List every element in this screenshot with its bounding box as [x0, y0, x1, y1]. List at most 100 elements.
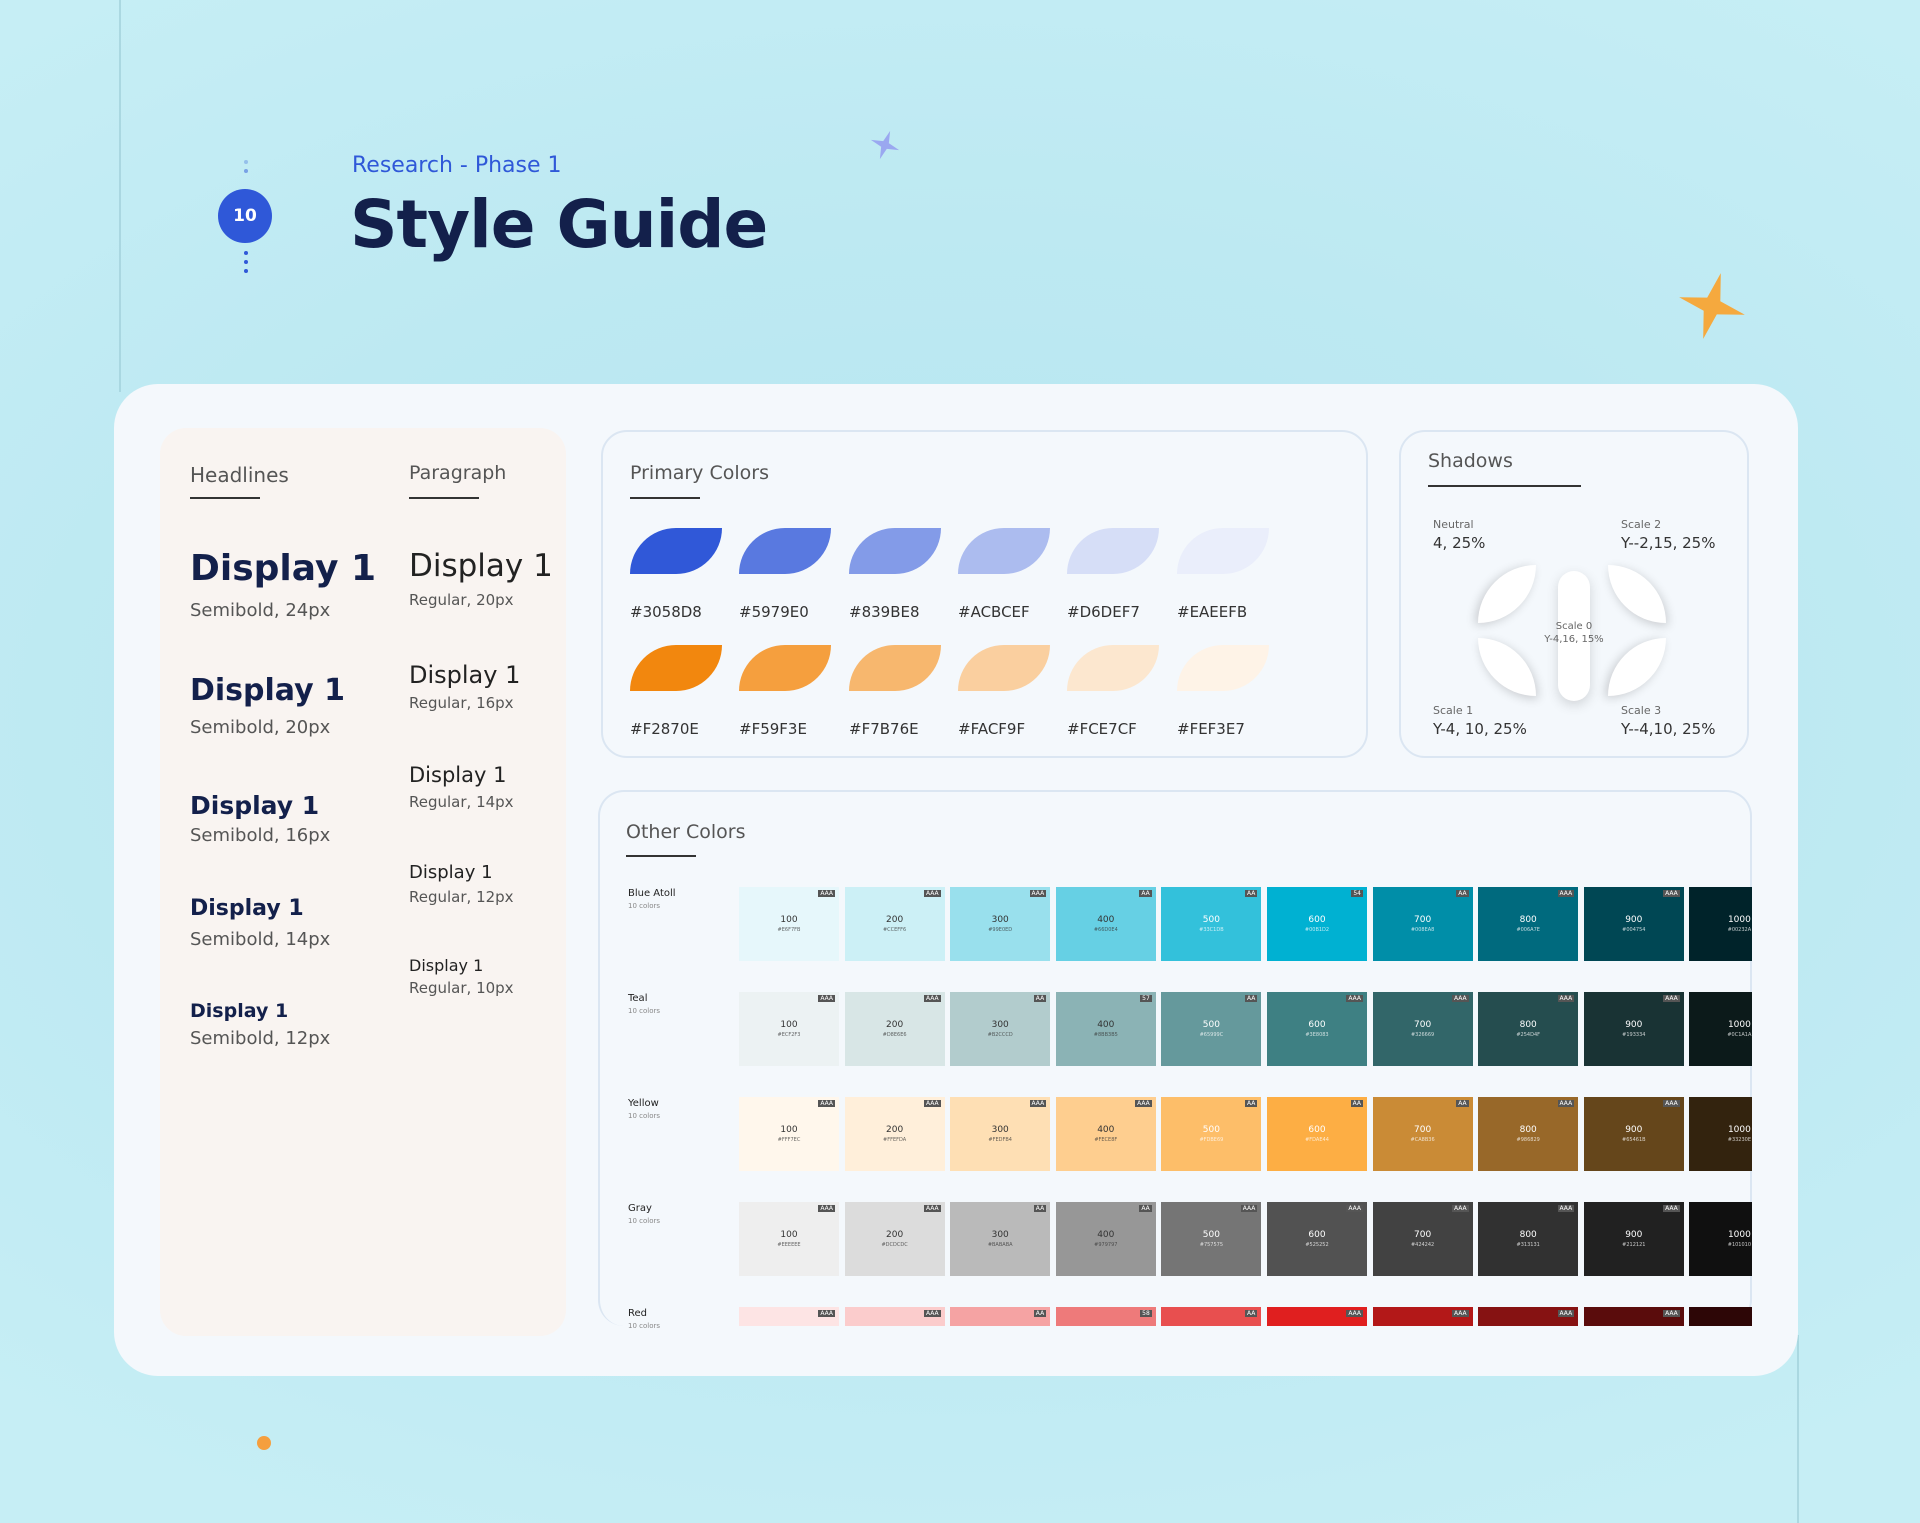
color-swatch: AAA 200 #CCEFF6 [844, 887, 945, 961]
paragraph-sample-1: Display 1 [409, 548, 553, 584]
swatch-level: 500 [1202, 1125, 1220, 1135]
headline-spec-5: Semibold, 12px [190, 1028, 331, 1049]
contrast-badge: 54 [1351, 890, 1363, 897]
color-swatch: AAA1000#101010 [1689, 1202, 1752, 1276]
contrast-badge: AAA [1451, 1310, 1469, 1317]
color-swatch: AAA 800 #313131 [1478, 1202, 1579, 1276]
contrast-badge: AA [1139, 890, 1152, 897]
swatch-hex: #004754 [1622, 927, 1646, 933]
color-group-name: Red [628, 1308, 647, 1319]
swatch-level: 800 [1519, 915, 1537, 925]
color-group-count: 10 colors [628, 1007, 661, 1015]
contrast-badge: AAA [1346, 1205, 1363, 1212]
color-swatch: AAA 200 #FFEFDA [844, 1097, 945, 1171]
swatch-hex: #ECF2F3 [777, 1032, 801, 1038]
color-swatch: AAA 600 #525252 [1267, 1202, 1367, 1276]
swatch-hex: #986829 [1516, 1137, 1540, 1143]
divider-line [119, 0, 121, 392]
swatch-hex: #CCEFF6 [882, 927, 907, 933]
color-swatch: AAA 800 #006A7E [1478, 887, 1579, 961]
swatch-hex: #00232A [1727, 927, 1752, 933]
swatch-level: 200 [886, 1020, 904, 1030]
contrast-badge: AAA [818, 995, 835, 1002]
contrast-badge: AA [1033, 995, 1047, 1002]
color-swatch: AAA 700 #326669 [1372, 992, 1473, 1066]
headline-sample-4: Display 1 [190, 896, 304, 921]
swatch-hex: #326669 [1410, 1032, 1435, 1038]
contrast-badge: AAA [1346, 995, 1363, 1002]
color-swatch: AAA [739, 1307, 839, 1326]
color-swatch: AAA1000#0C1A1A [1689, 992, 1752, 1066]
swatch-hex: #65999C [1199, 1032, 1224, 1038]
color-swatch: AA 500 #33C1DB [1161, 887, 1262, 961]
swatch-hex: #33C1DB [1199, 927, 1224, 933]
color-swatch: AA 300 #BABABA [950, 1202, 1051, 1276]
shadow-neutral-label: Neutral [1433, 518, 1474, 531]
contrast-badge: AAA [818, 1100, 835, 1107]
contrast-badge: AA [1245, 890, 1258, 897]
paragraph-spec-5: Regular, 10px [409, 979, 514, 997]
color-swatch: AAA 900 #212121 [1583, 1202, 1684, 1276]
color-swatch: AAA 600 #3E8083 [1267, 992, 1367, 1066]
color-swatch: AAA 900 #193334 [1583, 992, 1684, 1066]
primary-swatch-hex: #839BE8 [849, 603, 920, 621]
headline-spec-3: Semibold, 16px [190, 825, 331, 846]
swatch-level: 200 [886, 1125, 904, 1135]
contrast-badge: AA [1245, 1100, 1258, 1107]
other-swatch-clip: AAA 100 #E6F7FB AAA 200 #CCEFF6 AAA 300 #99E0ED A… [598, 790, 1752, 1326]
swatch-hex: #FECE8F [1094, 1137, 1118, 1143]
color-swatch: AAA 100 #EEEEEE [739, 1202, 839, 1276]
color-group-name: Gray [628, 1203, 652, 1214]
swatch-hex: #FFF7EC [777, 1137, 801, 1143]
color-swatch: AA 400 #66D0E4 [1055, 887, 1156, 961]
swatch-hex: #313131 [1516, 1242, 1540, 1248]
color-swatch: AAA 300 #99E0ED [950, 887, 1051, 961]
paragraph-sample-2: Display 1 [409, 661, 521, 689]
contrast-badge: AAA [1135, 1100, 1152, 1107]
swatch-level: 1000 [1727, 915, 1751, 925]
swatch-hex: #008EA8 [1410, 927, 1435, 933]
color-swatch: AAA 900 #65461B [1583, 1097, 1684, 1171]
swatch-level: 500 [1202, 915, 1220, 925]
color-swatch: AA 400 #979797 [1055, 1202, 1156, 1276]
contrast-badge: AAA [923, 995, 941, 1002]
swatch-hex: #DCDCDC [881, 1242, 908, 1248]
color-swatch: AA 700 #008EA8 [1372, 887, 1473, 961]
swatch-hex: #757575 [1199, 1242, 1224, 1248]
primary-swatch-hex: #FCE7CF [1067, 720, 1137, 738]
swatch-hex: #FEDFB4 [988, 1137, 1012, 1143]
color-swatch: AA 500 #65999C [1161, 992, 1262, 1066]
star-icon [1679, 273, 1745, 339]
swatch-level: 100 [780, 1125, 798, 1135]
contrast-badge: AA [1139, 1205, 1152, 1212]
swatch-hex: #BABABA [987, 1242, 1013, 1248]
primary-swatch-hex: #D6DEF7 [1067, 603, 1140, 621]
paragraph-sample-4: Display 1 [409, 862, 493, 883]
swatch-level: 500 [1202, 1020, 1220, 1030]
shadow-scale1-label: Scale 1 [1433, 704, 1474, 717]
contrast-badge: AAA [1663, 1100, 1680, 1107]
swatch-level: 200 [886, 915, 904, 925]
contrast-badge: AAA [923, 890, 941, 897]
color-swatch: AAA [1478, 1307, 1579, 1326]
paragraph-spec-4: Regular, 12px [409, 888, 514, 906]
contrast-badge: AAA [923, 1310, 941, 1317]
color-swatch: AAA1000#00232A [1689, 887, 1752, 961]
swatch-hex: #D8E6E6 [882, 1032, 907, 1038]
color-swatch: AAA 700 #424242 [1372, 1202, 1473, 1276]
swatch-level: 800 [1519, 1125, 1537, 1135]
swatch-level: 400 [1097, 1020, 1115, 1030]
paragraph-spec-3: Regular, 14px [409, 793, 514, 811]
swatch-level: 500 [1202, 1230, 1220, 1240]
swatch-hex: #FFEFDA [883, 1137, 907, 1143]
contrast-badge: AAA [1346, 1310, 1363, 1317]
color-group-count: 10 colors [628, 1217, 661, 1225]
headline-spec-1: Semibold, 24px [190, 600, 331, 621]
primary-swatch-hex: #F2870E [630, 720, 699, 738]
swatch-hex: #FDAE44 [1305, 1137, 1329, 1143]
color-swatch: AAA 200 #D8E6E6 [844, 992, 945, 1066]
color-swatch: AAA 300 #FEDFB4 [950, 1097, 1051, 1171]
swatch-hex: #424242 [1410, 1242, 1435, 1248]
primary-swatch-hex: #5979E0 [739, 603, 809, 621]
shadow-scale2-label: Scale 2 [1621, 518, 1662, 531]
